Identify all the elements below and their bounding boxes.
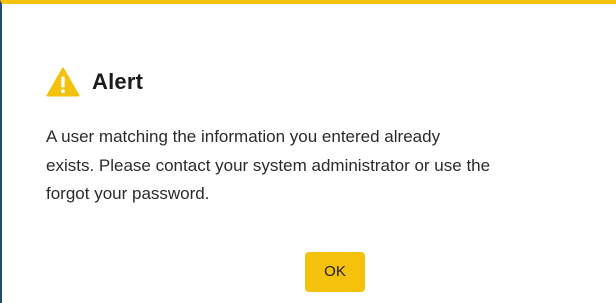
alert-title: Alert	[92, 69, 144, 94]
alert-message-line: exists. Please contact your system admin…	[46, 155, 491, 175]
alert-message-line: A user matching the information you ente…	[46, 127, 441, 146]
warning-icon	[46, 67, 80, 97]
alert-message-line: forgot your password.	[46, 184, 210, 203]
alert-header: Alert	[46, 65, 143, 99]
ok-button[interactable]: OK	[305, 252, 365, 292]
alert-dialog: Alert A user matching the information yo…	[0, 0, 616, 303]
alert-message: A user matching the information you ente…	[46, 123, 616, 209]
